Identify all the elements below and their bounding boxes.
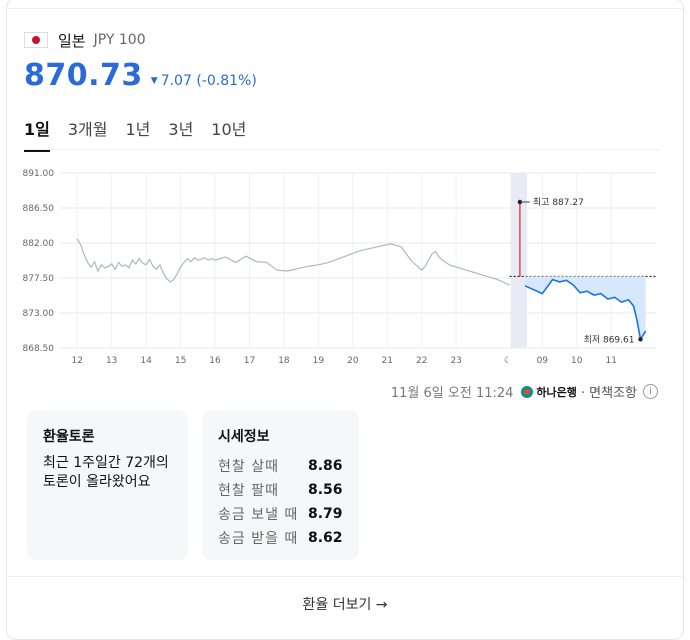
market-info-card: 시세정보 현찰 살때 8.86 현찰 팔때 8.56 송금 보낼 때 8.79 송금 … [202, 410, 359, 560]
info-icon[interactable]: i [643, 384, 658, 399]
discussion-title: 환율토론 [43, 429, 95, 445]
tab-3y[interactable]: 3년 [168, 116, 193, 152]
market-info-value: 8.62 [308, 530, 343, 546]
market-info-label: 송금 보낼 때 [218, 507, 299, 523]
night-band [510, 173, 528, 348]
rate-row: 870.73 ▼ 7.07 (-0.81%) [24, 58, 257, 93]
down-arrow-icon: ▼ [150, 76, 158, 86]
y-tick-label: 877.50 [23, 274, 55, 284]
market-info-row: 송금 보낼 때 8.79 [218, 502, 343, 526]
market-info-list: 현찰 살때 8.86 현찰 팔때 8.56 송금 보낼 때 8.79 송금 받을 때 8… [218, 454, 343, 550]
market-info-label: 현찰 살때 [218, 459, 279, 475]
tab-1y[interactable]: 1년 [125, 116, 150, 152]
market-info-row: 현찰 살때 8.86 [218, 454, 343, 478]
bank-badge: 하나은행 [521, 384, 577, 400]
rate-change-value: 7.07 (-0.81%) [160, 73, 257, 89]
japan-flag-icon [24, 32, 48, 48]
y-tick-label: 868.50 [23, 344, 55, 354]
bank-logo-icon [521, 385, 534, 398]
market-info-label: 현찰 팔때 [218, 483, 279, 499]
disclaimer-link[interactable]: · 면책조항 [581, 382, 637, 401]
x-tick-label: 10 [571, 356, 583, 366]
currency-header: 일본 JPY 100 [24, 30, 146, 50]
country-name: 일본 [58, 31, 86, 50]
low-point [638, 337, 643, 342]
exchange-rate-chart[interactable]: 891.00 886.50 882.00 877.50 873.00 868.50 12 13… [0, 160, 690, 375]
low-label: 최저 869.61 [584, 334, 635, 345]
x-tick-label: 16 [209, 356, 221, 366]
tab-1d[interactable]: 1일 [24, 116, 50, 152]
discussion-body: 최근 1주일간 72개의 토론이 올라왔어요 [43, 455, 169, 490]
divider [6, 8, 682, 9]
rate-change: ▼ 7.07 (-0.81%) [151, 73, 257, 89]
market-info-label: 송금 받을 때 [218, 531, 299, 547]
x-tick-label: 14 [140, 356, 152, 366]
y-tick-label: 886.50 [23, 204, 55, 214]
market-info-row: 현찰 팔때 8.56 [218, 478, 343, 502]
today-area [525, 276, 646, 340]
market-info-value: 8.56 [308, 482, 343, 498]
market-info-value: 8.79 [308, 506, 343, 522]
bank-name: 하나은행 [536, 385, 577, 399]
market-info-row: 송금 받을 때 8.62 [218, 526, 343, 550]
period-tabs: 1일 3개월 1년 3년 10년 [24, 116, 264, 152]
y-tick-label: 882.00 [23, 239, 55, 249]
y-tick-label: 873.00 [23, 309, 55, 319]
market-info-value: 8.86 [308, 458, 343, 474]
x-tick-label: 13 [106, 356, 117, 366]
update-timestamp: 11월 6일 오전 11:24 [390, 386, 514, 401]
x-tick-label: 22 [416, 356, 427, 366]
discussion-card[interactable]: 환율토론 최근 1주일간 72개의 토론이 올라왔어요 [27, 410, 188, 560]
current-rate: 870.73 [24, 58, 143, 93]
high-label: 최고 887.27 [533, 197, 584, 208]
x-tick-label: 12 [71, 356, 82, 366]
market-info-title: 시세정보 [218, 429, 270, 445]
update-info: 11월 6일 오전 11:24 하나은행 · 면책조항 i [391, 382, 658, 401]
x-tick-label: 20 [347, 356, 359, 366]
x-tick-label: 17 [244, 356, 255, 366]
x-tick-label: 19 [313, 356, 325, 366]
moon-icon: ☾ [504, 356, 512, 366]
tabs-divider [24, 149, 660, 150]
more-rates-link[interactable]: 환율 더보기 → [0, 594, 690, 614]
x-tick-label: 11 [605, 356, 616, 366]
x-tick-label: 21 [382, 356, 393, 366]
y-tick-label: 891.00 [23, 169, 55, 179]
x-tick-label: 18 [278, 356, 290, 366]
currency-code: JPY 100 [93, 32, 146, 48]
x-tick-label: 23 [450, 356, 461, 366]
tab-3m[interactable]: 3개월 [68, 116, 108, 152]
x-tick-label: 15 [175, 356, 186, 366]
tab-10y[interactable]: 10년 [211, 116, 246, 152]
x-tick-label: 09 [537, 356, 549, 366]
divider [6, 576, 682, 577]
